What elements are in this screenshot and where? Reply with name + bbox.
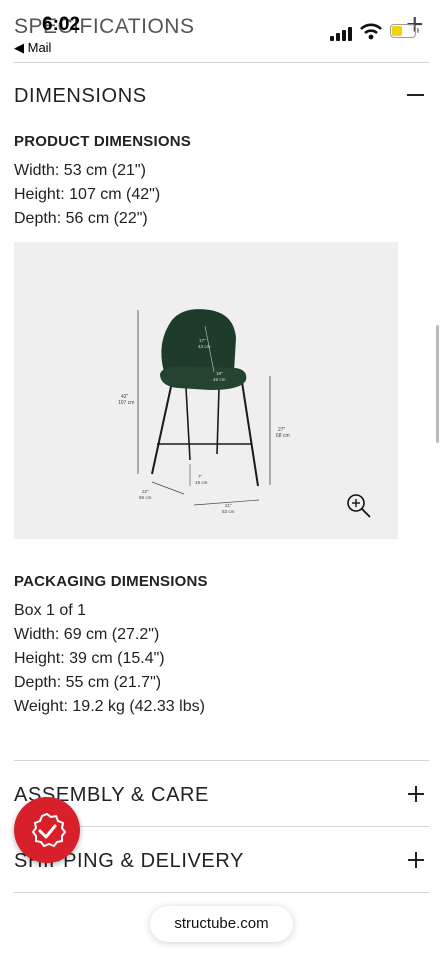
status-time: 6:02 — [42, 14, 81, 35]
divider — [14, 892, 429, 893]
diagram-depth-cm: 56 cm — [139, 495, 152, 500]
diagram-seat-cm: 45 cm — [213, 377, 226, 382]
diagram-back-in: 17" — [199, 338, 206, 343]
back-to-mail-link[interactable]: ◀ Mail — [14, 40, 51, 56]
zoom-icon[interactable] — [346, 493, 372, 519]
divider — [14, 760, 429, 761]
packaging-box: Box 1 of 1 — [14, 602, 87, 619]
packaging-dimensions-heading: PACKAGING DIMENSIONS — [14, 573, 208, 590]
plus-icon[interactable] — [408, 852, 424, 868]
product-dimensions-image[interactable]: 42" 107 cm 27" 68 cm 17" 43 cm 18" 45 cm… — [14, 242, 398, 539]
product-dimensions-heading: PRODUCT DIMENSIONS — [14, 133, 191, 150]
check-badge-button[interactable] — [14, 797, 80, 863]
plus-icon[interactable] — [408, 786, 424, 802]
diagram-seat-in: 18" — [216, 371, 223, 376]
divider — [14, 62, 429, 63]
diagram-back-cm: 43 cm — [198, 344, 211, 349]
diagram-seat-height-cm: 68 cm — [276, 433, 290, 439]
packaging-weight: Weight: 19.2 kg (42.33 lbs) — [14, 698, 205, 715]
diagram-foot-in: 7" — [198, 474, 203, 479]
battery-icon — [390, 24, 419, 38]
check-badge-icon — [31, 812, 67, 848]
chair-diagram: 42" 107 cm 27" 68 cm 17" 43 cm 18" 45 cm… — [118, 309, 290, 514]
packaging-height: Height: 39 cm (15.4") — [14, 650, 165, 667]
wifi-icon — [360, 23, 382, 40]
scrollbar[interactable] — [436, 325, 439, 443]
diagram-foot-cm: 19 cm — [195, 480, 208, 485]
packaging-width: Width: 69 cm (27.2") — [14, 626, 160, 643]
diagram-width-cm: 53 cm — [222, 509, 235, 514]
diagram-height-cm: 107 cm — [118, 400, 134, 406]
url-bar[interactable]: structube.com — [150, 906, 293, 942]
diagram-width-in: 21" — [225, 503, 232, 508]
signal-icon — [330, 27, 352, 41]
diagram-depth-in: 22" — [142, 489, 149, 494]
accordion-dimensions-title[interactable]: DIMENSIONS — [14, 85, 147, 108]
product-depth: Depth: 56 cm (22") — [14, 210, 148, 227]
product-height: Height: 107 cm (42") — [14, 186, 161, 203]
minus-icon[interactable] — [407, 94, 424, 96]
packaging-depth: Depth: 55 cm (21.7") — [14, 674, 162, 691]
product-width: Width: 53 cm (21") — [14, 162, 146, 179]
